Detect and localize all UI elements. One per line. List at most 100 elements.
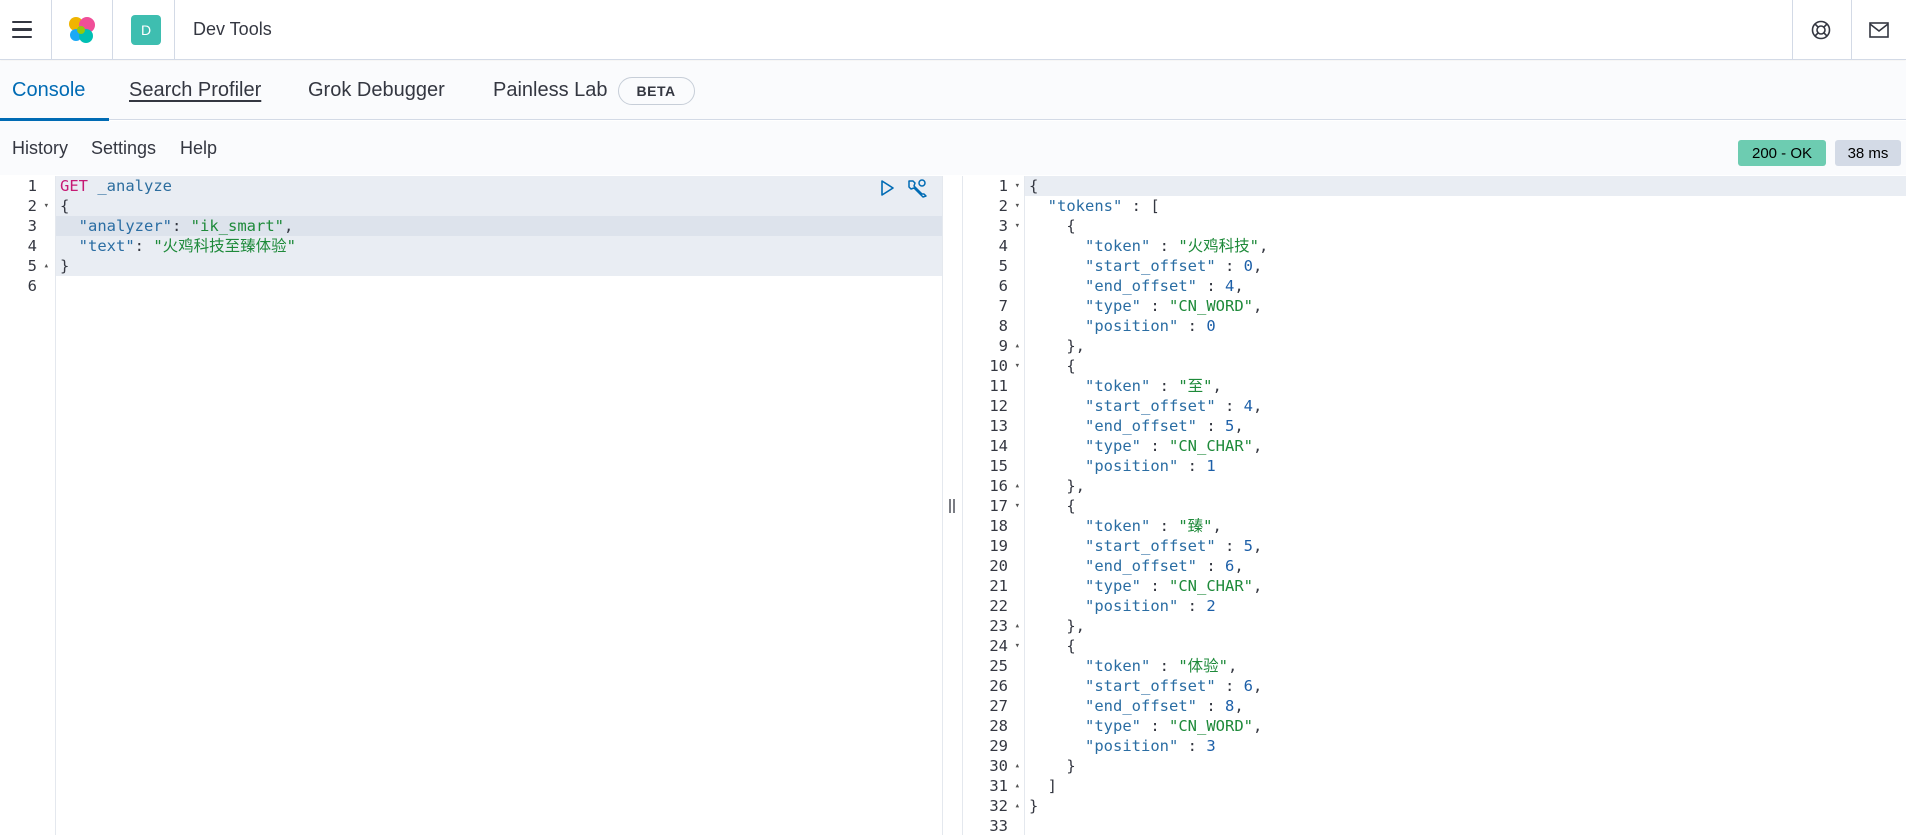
line-number: 19: [989, 537, 1008, 555]
code-token: "start_offset": [1085, 677, 1216, 695]
tab-grok-debugger[interactable]: Grok Debugger: [308, 61, 445, 120]
code-token: 5: [1224, 417, 1235, 435]
fold-toggle-icon[interactable]: ▴: [1015, 616, 1020, 636]
newsfeed-mail-icon[interactable]: [1852, 0, 1906, 59]
code-token: :: [1178, 457, 1207, 475]
code-token: 4: [1243, 397, 1253, 415]
code-line: "type" : "CN_WORD",: [1029, 296, 1262, 316]
help-link[interactable]: Help: [180, 121, 217, 175]
fold-toggle-icon[interactable]: ▾: [1015, 216, 1020, 236]
menu-icon[interactable]: [0, 0, 44, 59]
code-token: ]: [1029, 777, 1057, 795]
fold-toggle-icon[interactable]: ▴: [1015, 756, 1020, 776]
line-number: 1: [27, 177, 37, 195]
tab-search-profiler[interactable]: Search Profiler: [129, 61, 261, 120]
line-number: 12: [989, 397, 1008, 415]
code-token: :: [1141, 577, 1169, 595]
code-token: "CN_WORD": [1169, 717, 1253, 735]
line-highlight: [1025, 176, 1906, 196]
line-number: 26: [989, 677, 1008, 695]
code-token: ,: [1253, 577, 1263, 595]
code-token: },: [1029, 617, 1085, 635]
fold-toggle-icon[interactable]: ▾: [1015, 196, 1020, 216]
beta-badge: BETA: [617, 76, 695, 105]
settings-link[interactable]: Settings: [91, 121, 156, 175]
code-token: :: [1215, 257, 1244, 275]
code-token: ,: [1259, 237, 1269, 255]
fold-toggle-icon[interactable]: ▾: [44, 196, 49, 216]
line-number-gutter: 1 2 ▾ 3 4 5 ▴ 6: [0, 176, 56, 835]
tab-painless-lab[interactable]: Painless Lab BETA: [493, 61, 695, 120]
code-token: "type": [1085, 577, 1141, 595]
fold-toggle-icon[interactable]: ▴: [1015, 476, 1020, 496]
code-token: ,: [1253, 297, 1263, 315]
line-number: 6: [998, 277, 1008, 295]
code-token: 6: [1243, 677, 1253, 695]
code-token: "CN_CHAR": [1169, 577, 1253, 595]
code-line: },: [1029, 476, 1085, 496]
code-line: },: [1029, 336, 1085, 356]
code-token: }: [1029, 797, 1039, 815]
code-line: "tokens" : [: [1029, 196, 1160, 216]
code-token: :: [1150, 517, 1179, 535]
fold-toggle-icon[interactable]: ▴: [1015, 776, 1020, 796]
duration-badge: 38 ms: [1835, 140, 1901, 166]
code-token: :: [1196, 417, 1225, 435]
line-number: 23: [989, 617, 1008, 635]
fold-toggle-icon[interactable]: ▾: [1015, 636, 1020, 656]
help-icon[interactable]: [1792, 0, 1850, 59]
fold-toggle-icon[interactable]: ▾: [1015, 496, 1020, 516]
code-line: "start_offset" : 5,: [1029, 536, 1262, 556]
code-token: "type": [1085, 437, 1141, 455]
code-token: 6: [1224, 557, 1235, 575]
fold-toggle-icon[interactable]: ▴: [44, 256, 49, 276]
fold-toggle-icon[interactable]: ▴: [1015, 796, 1020, 816]
code-token: "ik_smart": [190, 217, 284, 235]
code-token: ,: [1253, 397, 1263, 415]
fold-toggle-icon[interactable]: ▴: [1015, 336, 1020, 356]
request-editor[interactable]: 1 2 ▾ 3 4 5 ▴ 6 GET _analyze{ "analyzer": "ik_s…: [0, 176, 943, 835]
line-number: 20: [989, 557, 1008, 575]
code-token: ,: [1253, 437, 1263, 455]
tab-label: Grok Debugger: [308, 79, 445, 101]
code-token: "至": [1178, 377, 1213, 395]
wrench-icon[interactable]: [906, 178, 928, 203]
top-header: D Dev Tools: [0, 0, 1906, 60]
code-token: ,: [1234, 277, 1244, 295]
code-token: {: [60, 197, 70, 215]
tab-console[interactable]: Console: [0, 61, 109, 121]
code-token: :: [172, 217, 191, 235]
panel-resizer[interactable]: [942, 176, 962, 835]
code-token: }: [1029, 757, 1076, 775]
play-icon[interactable]: [878, 179, 896, 202]
response-code-area: { "tokens" : [ { "token" : "火鸡科技", "star…: [1025, 176, 1906, 835]
line-number: 3: [27, 217, 37, 235]
kibana-logo-icon[interactable]: [52, 0, 112, 59]
fold-toggle-icon[interactable]: ▾: [1015, 176, 1020, 196]
code-line: {: [1029, 216, 1075, 236]
code-token: "token": [1085, 377, 1151, 395]
code-line: }: [1029, 756, 1076, 776]
code-token: :: [1178, 737, 1207, 755]
code-token: :: [1141, 717, 1169, 735]
code-token: "start_offset": [1085, 397, 1216, 415]
code-token: "token": [1085, 517, 1151, 535]
space-selector[interactable]: D: [122, 0, 170, 59]
request-code-area[interactable]: GET _analyze{ "analyzer": "ik_smart", "t…: [56, 176, 942, 835]
code-token: "tokens": [1047, 197, 1123, 215]
divider: [112, 0, 113, 59]
code-token: {: [1029, 497, 1076, 515]
code-token: "position": [1085, 737, 1179, 755]
fold-toggle-icon[interactable]: ▾: [1015, 356, 1020, 376]
history-link[interactable]: History: [12, 121, 68, 175]
code-token: 2: [1206, 597, 1216, 615]
code-line: "type" : "CN_CHAR",: [1029, 436, 1262, 456]
code-token: "analyzer": [78, 217, 172, 235]
code-line: {: [1029, 496, 1076, 516]
code-line: "text": "火鸡科技至臻体验": [60, 236, 296, 256]
